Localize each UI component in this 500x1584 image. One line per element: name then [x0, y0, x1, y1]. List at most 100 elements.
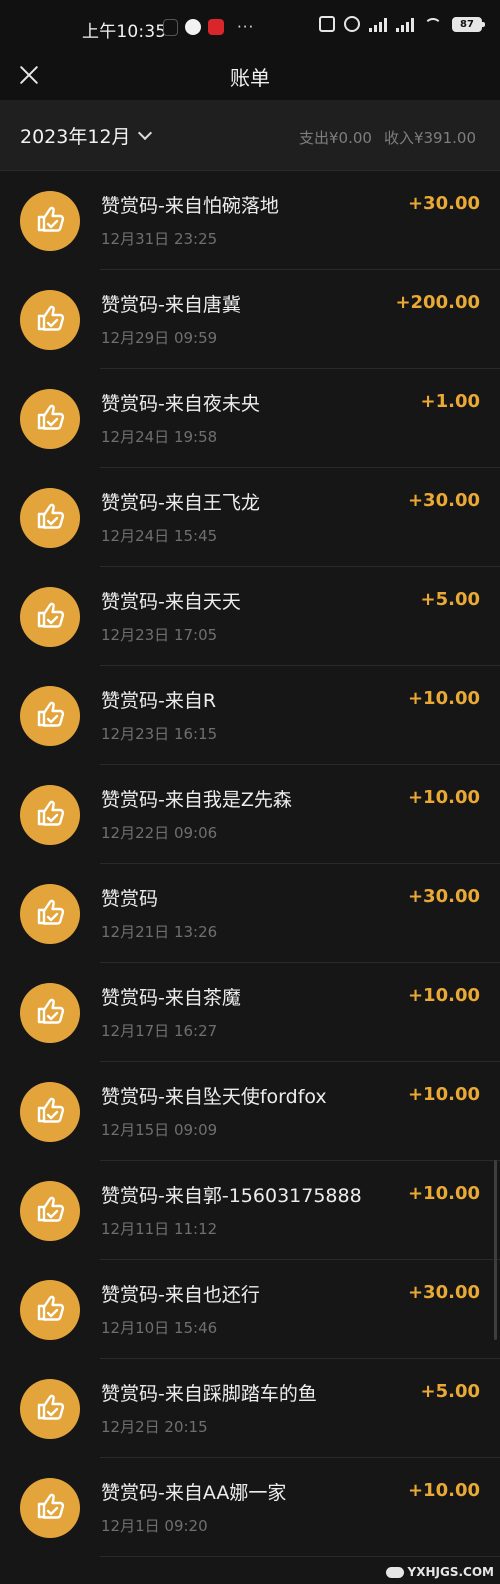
status-bar: 上午10:35 ··· 87: [0, 0, 500, 56]
alarm-icon: [344, 16, 360, 32]
reward-avatar: [20, 1082, 80, 1142]
watermark: YXHJGS.COM: [385, 1565, 494, 1579]
transaction-amount: +5.00: [420, 1381, 481, 1402]
thumbs-up-icon: [33, 400, 67, 438]
battery-icon: 87: [452, 16, 485, 32]
transaction-item[interactable]: 赞赏码-来自我是Z先森 12月22日 09:06 +10.00: [0, 765, 500, 864]
watermark-text: YXHJGS.COM: [407, 1565, 494, 1579]
chevron-down-icon: [137, 125, 152, 141]
reward-avatar: [20, 686, 80, 746]
transaction-item[interactable]: 赞赏码-来自夜未央 12月24日 19:58 +1.00: [0, 369, 500, 468]
transaction-item[interactable]: 赞赏码-来自天天 12月23日 17:05 +5.00: [0, 567, 500, 666]
page-title: 账单: [230, 66, 270, 90]
transaction-amount: +5.00: [420, 589, 481, 610]
transaction-title: 赞赏码-来自AA娜一家: [101, 1482, 287, 1504]
scrollbar[interactable]: [494, 1160, 497, 1340]
reward-avatar: [20, 1181, 80, 1241]
transaction-item[interactable]: 赞赏码-来自也还行 12月10日 15:46 +30.00: [0, 1260, 500, 1359]
signal-icon-2: [396, 16, 414, 32]
transaction-title: 赞赏码-来自R: [101, 690, 217, 712]
divider: [100, 1556, 500, 1557]
transaction-item[interactable]: 赞赏码-来自王飞龙 12月24日 15:45 +30.00: [0, 468, 500, 567]
reward-avatar: [20, 884, 80, 944]
more-notifications-icon: ···: [237, 18, 255, 36]
transaction-amount: +10.00: [407, 688, 480, 709]
transaction-amount: +30.00: [407, 490, 480, 511]
reward-avatar: [20, 1379, 80, 1439]
transaction-item[interactable]: 赞赏码-来自AA娜一家 12月1日 09:20 +10.00: [0, 1458, 500, 1557]
transaction-title: 赞赏码-来自郭-15603175888: [101, 1185, 362, 1207]
status-app-icons: ···: [163, 18, 254, 36]
filter-bar: 2023年12月 支出¥0.00 收入¥391.00: [0, 100, 500, 171]
reward-avatar: [20, 290, 80, 350]
transaction-item[interactable]: 赞赏码 12月21日 13:26 +30.00: [0, 864, 500, 963]
transaction-item[interactable]: 赞赏码-来自坠天使fordfox 12月15日 09:09 +10.00: [0, 1062, 500, 1161]
nav-bar: 账单: [0, 56, 500, 100]
transaction-title: 赞赏码-来自怕碗落地: [101, 195, 279, 217]
transaction-item[interactable]: 赞赏码-来自唐冀 12月29日 09:59 +200.00: [0, 270, 500, 369]
transaction-time: 12月2日 20:15: [101, 1418, 208, 1436]
transaction-amount: +30.00: [407, 1282, 480, 1303]
reward-avatar: [20, 191, 80, 251]
month-selector[interactable]: 2023年12月: [20, 122, 152, 149]
tiktok-icon: [163, 18, 178, 36]
thumbs-up-icon: [33, 1489, 67, 1527]
transaction-amount: +200.00: [395, 292, 480, 313]
transaction-time: 12月24日 19:58: [101, 428, 218, 446]
transaction-time: 12月31日 23:25: [101, 230, 218, 248]
transaction-title: 赞赏码: [101, 888, 159, 910]
transaction-list: 赞赏码-来自怕碗落地 12月31日 23:25 +30.00 赞赏码-来自唐冀 12月2…: [0, 171, 500, 1557]
transaction-title: 赞赏码-来自天天: [101, 591, 241, 613]
transaction-title: 赞赏码-来自踩脚踏车的鱼: [101, 1383, 317, 1405]
thumbs-up-icon: [33, 1291, 67, 1329]
reward-avatar: [20, 389, 80, 449]
transaction-item[interactable]: 赞赏码-来自郭-15603175888 12月11日 11:12 +10.00: [0, 1161, 500, 1260]
reward-avatar: [20, 1478, 80, 1538]
transaction-amount: +10.00: [407, 787, 480, 808]
transaction-amount: +10.00: [407, 1480, 480, 1501]
thumbs-up-icon: [33, 1390, 67, 1428]
reward-avatar: [20, 785, 80, 845]
transaction-time: 12月24日 15:45: [101, 527, 218, 545]
thumbs-up-icon: [33, 499, 67, 537]
thumbs-up-icon: [33, 598, 67, 636]
reward-avatar: [20, 1280, 80, 1340]
transaction-time: 12月29日 09:59: [101, 329, 218, 347]
transaction-time: 12月11日 11:12: [101, 1220, 218, 1238]
thumbs-up-icon: [33, 1192, 67, 1230]
thumbs-up-icon: [33, 895, 67, 933]
month-label: 2023年12月: [20, 126, 131, 148]
expense-total: 支出¥0.00: [299, 129, 372, 147]
transaction-item[interactable]: 赞赏码-来自R 12月23日 16:15 +10.00: [0, 666, 500, 765]
news-icon: [208, 19, 224, 35]
transaction-item[interactable]: 赞赏码-来自踩脚踏车的鱼 12月2日 20:15 +5.00: [0, 1359, 500, 1458]
transaction-title: 赞赏码-来自茶魔: [101, 987, 241, 1009]
gamepad-icon: [385, 1566, 404, 1578]
month-summary: 支出¥0.00 收入¥391.00: [299, 127, 476, 148]
transaction-amount: +1.00: [420, 391, 481, 412]
transaction-time: 12月17日 16:27: [101, 1022, 218, 1040]
reward-avatar: [20, 587, 80, 647]
transaction-amount: +30.00: [407, 193, 480, 214]
transaction-title: 赞赏码-来自我是Z先森: [101, 789, 292, 811]
thumbs-up-icon: [33, 697, 67, 735]
thumbs-up-icon: [33, 994, 67, 1032]
transaction-amount: +10.00: [407, 1183, 480, 1204]
income-total: 收入¥391.00: [383, 129, 476, 147]
thumbs-up-icon: [33, 796, 67, 834]
wifi-icon: [423, 17, 443, 31]
transaction-title: 赞赏码-来自夜未央: [101, 393, 260, 415]
transaction-time: 12月23日 17:05: [101, 626, 218, 644]
transaction-time: 12月15日 09:09: [101, 1121, 218, 1139]
transaction-time: 12月23日 16:15: [101, 725, 218, 743]
transaction-title: 赞赏码-来自也还行: [101, 1284, 260, 1306]
transaction-amount: +30.00: [407, 886, 480, 907]
reward-avatar: [20, 488, 80, 548]
status-indicators: 87: [319, 16, 485, 32]
transaction-item[interactable]: 赞赏码-来自怕碗落地 12月31日 23:25 +30.00: [0, 171, 500, 270]
transaction-item[interactable]: 赞赏码-来自茶魔 12月17日 16:27 +10.00: [0, 963, 500, 1062]
qq-icon: [185, 19, 201, 35]
transaction-title: 赞赏码-来自王飞龙: [101, 492, 260, 514]
status-time: 上午10:35: [82, 22, 167, 42]
thumbs-up-icon: [33, 202, 67, 240]
